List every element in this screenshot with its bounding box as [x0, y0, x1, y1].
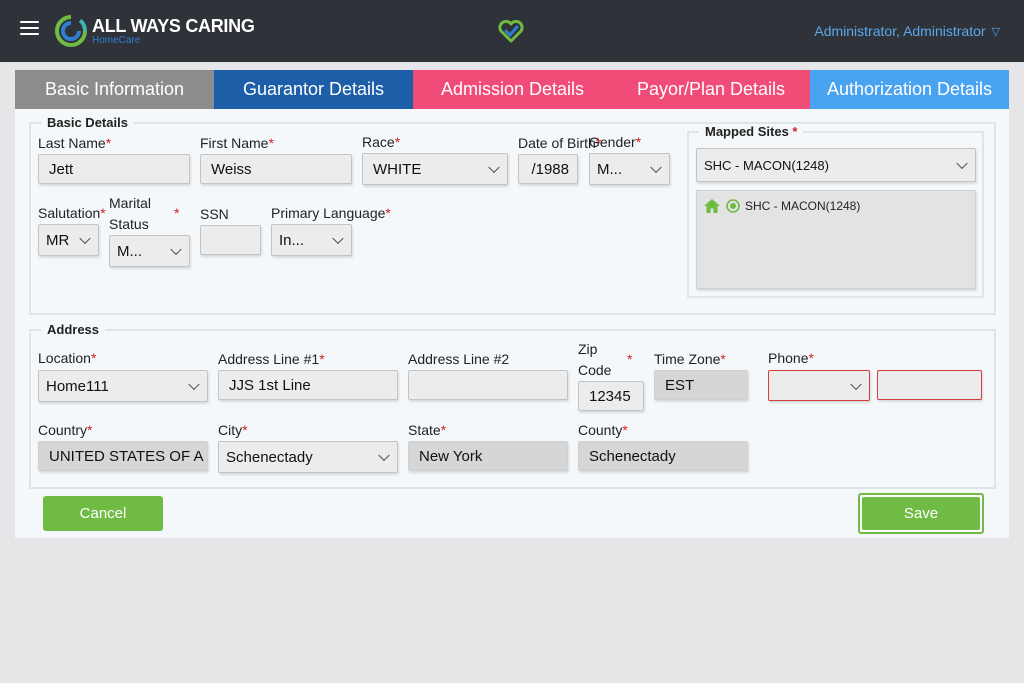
home-icon — [704, 199, 720, 213]
country-label: Country* — [38, 422, 93, 438]
chevron-down-icon — [850, 378, 862, 390]
mapped-sites-legend: Mapped Sites * — [705, 124, 798, 139]
location-select[interactable]: Home111 — [38, 370, 208, 402]
zip-code-input[interactable]: 12345 — [578, 381, 644, 411]
radio-selected-icon[interactable] — [726, 199, 740, 213]
marital-status-label-line2: Status — [109, 216, 149, 232]
basic-details-legend: Basic Details — [47, 115, 128, 130]
marital-status-required: * — [174, 205, 180, 221]
user-menu[interactable]: Administrator, Administrator ▽ — [814, 23, 1000, 39]
phone-number-input[interactable] — [877, 370, 982, 400]
chevron-down-icon — [488, 161, 500, 174]
chevron-down-icon — [79, 232, 91, 245]
brand-swirl-icon — [55, 15, 87, 47]
zip-code-required: * — [627, 351, 633, 367]
last-name-label: Last Name* — [38, 135, 112, 151]
brand-name: ALL WAYS CARING — [92, 16, 255, 36]
hamburger-menu-icon[interactable] — [20, 21, 39, 37]
phone-label: Phone* — [768, 350, 814, 366]
mapped-sites-select[interactable]: SHC - MACON(1248) — [696, 148, 976, 182]
tab-admission-details[interactable]: Admission Details — [413, 70, 612, 109]
phone-type-select[interactable] — [768, 370, 870, 401]
chevron-down-icon — [170, 243, 182, 256]
tab-authorization-details[interactable]: Authorization Details — [810, 70, 1009, 109]
chevron-down-icon — [332, 232, 344, 245]
marital-status-select[interactable]: M... — [109, 235, 190, 267]
chevron-down-icon — [188, 378, 200, 391]
mapped-site-item[interactable]: SHC - MACON(1248) — [703, 198, 860, 214]
last-name-input[interactable]: Jett — [38, 154, 190, 184]
chevron-down-icon — [378, 449, 390, 462]
first-name-label: First Name* — [200, 135, 274, 151]
brand-subtitle: HomeCare — [92, 35, 141, 46]
ssn-input[interactable] — [200, 225, 261, 255]
zip-code-label-line1: Zip — [578, 341, 598, 357]
address-line1-label: Address Line #1* — [218, 351, 325, 367]
city-label: City* — [218, 422, 248, 438]
mapped-site-label: SHC - MACON(1248) — [745, 199, 861, 213]
salutation-select[interactable]: MR — [38, 224, 99, 256]
address-line2-input[interactable] — [408, 370, 568, 400]
county-label: County* — [578, 422, 628, 438]
user-name: Administrator, Administrator — [814, 23, 986, 39]
top-bar: ALL WAYS CARING HomeCare Administrator, … — [0, 0, 1024, 62]
save-button-label: Save — [862, 497, 980, 530]
chevron-down-icon — [956, 157, 968, 170]
time-zone-label: Time Zone* — [654, 351, 726, 367]
tab-basic-information[interactable]: Basic Information — [15, 70, 214, 109]
city-select[interactable]: Schenectady — [218, 441, 398, 473]
race-select[interactable]: WHITE — [362, 153, 508, 185]
state-input: New York — [408, 441, 568, 471]
tab-guarantor-details[interactable]: Guarantor Details — [214, 70, 413, 109]
ssn-label: SSN — [200, 206, 229, 222]
gender-label: Gender* — [589, 134, 642, 150]
save-button[interactable]: Save — [858, 493, 984, 534]
mapped-sites-list: SHC - MACON(1248) — [696, 190, 976, 289]
caret-down-icon: ▽ — [991, 26, 1000, 38]
county-input: Schenectady — [578, 441, 748, 471]
brand-logo[interactable]: ALL WAYS CARING HomeCare — [54, 14, 255, 50]
chevron-down-icon — [650, 161, 662, 174]
primary-language-label: Primary Language* — [271, 205, 391, 221]
location-label: Location* — [38, 350, 97, 366]
salutation-label: Salutation* — [38, 205, 106, 221]
primary-language-select[interactable]: In... — [271, 224, 352, 256]
state-label: State* — [408, 422, 447, 438]
cancel-button[interactable]: Cancel — [43, 496, 163, 531]
race-label: Race* — [362, 134, 401, 150]
address-line2-label: Address Line #2 — [408, 351, 510, 367]
time-zone-input: EST — [654, 370, 748, 400]
zip-code-label-line2: Code — [578, 362, 612, 378]
tab-payor-plan-details[interactable]: Payor/Plan Details — [612, 70, 810, 109]
marital-status-label-line1: Marital — [109, 195, 152, 211]
first-name-input[interactable]: Weiss — [200, 154, 352, 184]
gender-select[interactable]: M... — [589, 153, 670, 185]
heart-check-icon[interactable] — [497, 17, 525, 45]
country-input: UNITED STATES OF A — [38, 441, 208, 471]
address-legend: Address — [47, 322, 100, 337]
dob-input[interactable]: /1988 — [518, 154, 578, 184]
tab-bar: Basic Information Guarantor Details Admi… — [15, 70, 1009, 109]
address-line1-input[interactable]: JJS 1st Line — [218, 370, 398, 400]
